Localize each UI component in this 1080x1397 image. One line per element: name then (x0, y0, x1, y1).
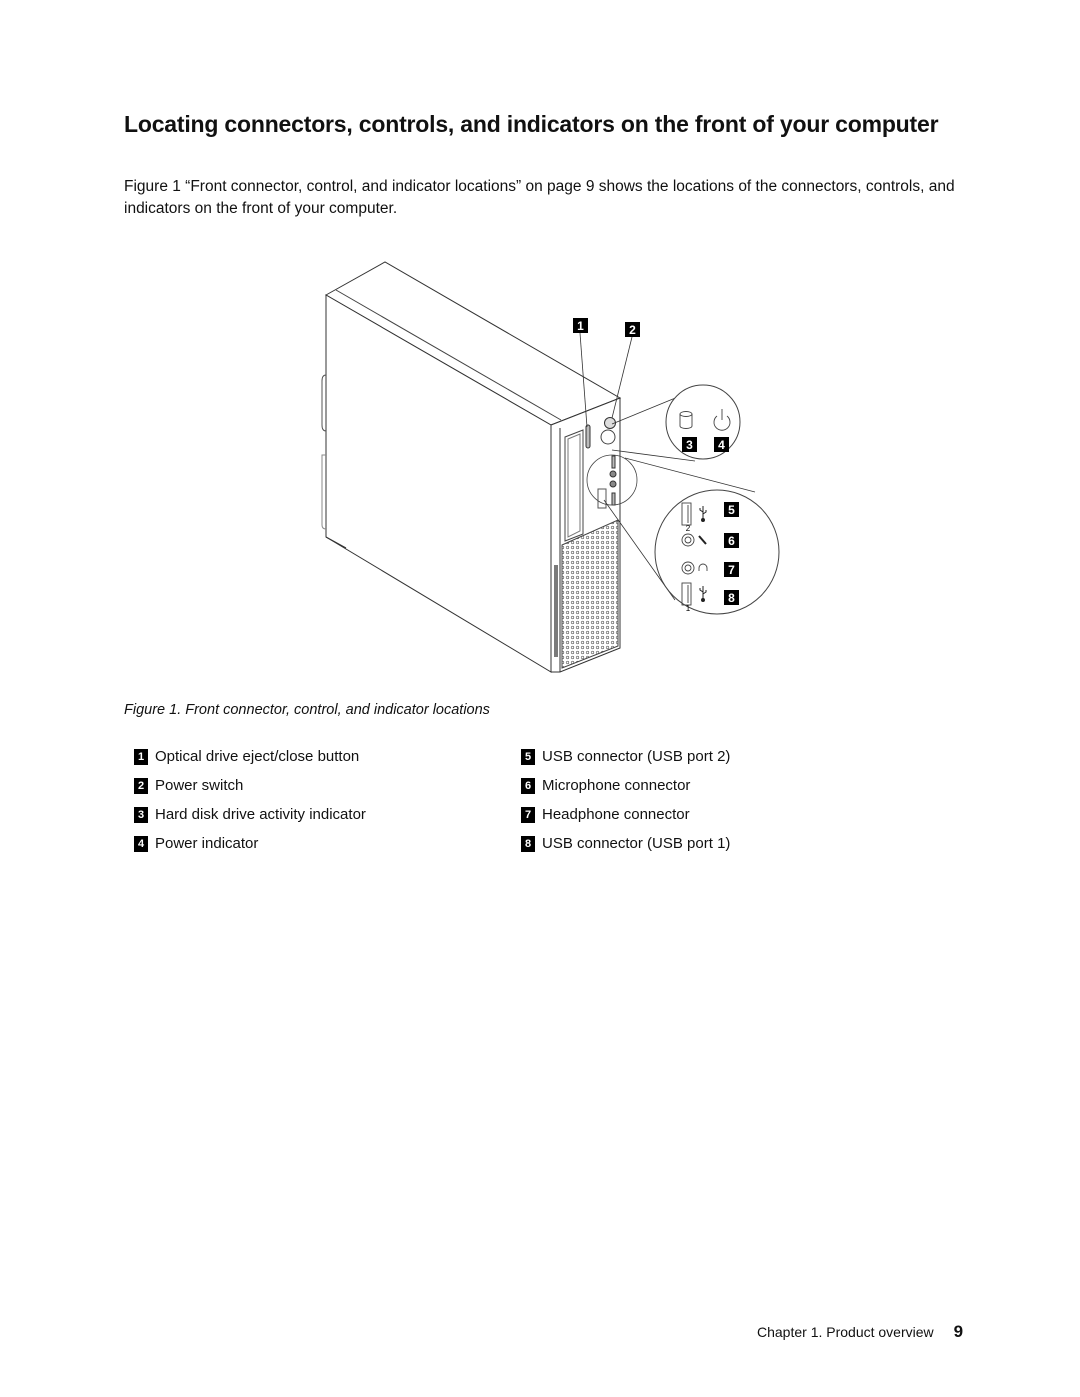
legend-item: 1 Optical drive eject/close button (134, 742, 366, 771)
legend-left: 1 Optical drive eject/close button 2 Pow… (134, 742, 366, 858)
legend-item: 8 USB connector (USB port 1) (521, 829, 730, 858)
legend-badge: 5 (521, 748, 535, 765)
chapter-label: Chapter 1. Product overview (757, 1324, 934, 1340)
legend-label: USB connector (USB port 1) (542, 835, 731, 852)
svg-text:4: 4 (718, 438, 725, 452)
legend-item: 2 Power switch (134, 771, 366, 800)
legend-right: 5 USB connector (USB port 2) 6 Microphon… (521, 742, 730, 858)
svg-text:2: 2 (629, 323, 636, 337)
legend-label: Microphone connector (542, 777, 691, 794)
legend-badge: 1 (134, 748, 148, 765)
indicator-detail-circle: 3 4 (665, 384, 741, 460)
legend-item: 7 Headphone connector (521, 800, 730, 829)
legend-item: 6 Microphone connector (521, 771, 730, 800)
legend-badge: 7 (521, 806, 535, 823)
svg-text:6: 6 (728, 534, 735, 548)
vent-grille (561, 519, 619, 669)
computer-front-figure: 3 4 2 1 5 6 7 8 1 2 (321, 261, 780, 673)
legend-label: Power indicator (155, 835, 259, 852)
legend-label: Headphone connector (542, 806, 690, 823)
page-footer: Chapter 1. Product overview 9 (757, 1322, 963, 1342)
legend-badge: 6 (521, 777, 535, 794)
svg-text:1: 1 (577, 319, 584, 333)
figure-caption: Figure 1. Front connector, control, and … (124, 702, 490, 718)
legend-label: Optical drive eject/close button (155, 748, 360, 765)
svg-text:1: 1 (686, 604, 691, 613)
svg-text:2: 2 (686, 524, 691, 533)
legend-item: 4 Power indicator (134, 829, 366, 858)
svg-text:8: 8 (728, 591, 735, 605)
connector-detail-circle: 2 1 5 6 7 8 (654, 489, 780, 615)
legend-label: Hard disk drive activity indicator (155, 806, 366, 823)
svg-text:3: 3 (686, 438, 693, 452)
legend-badge: 8 (521, 835, 535, 852)
legend-badge: 2 (134, 777, 148, 794)
svg-text:7: 7 (728, 563, 735, 577)
page-number: 9 (953, 1322, 964, 1341)
legend-label: USB connector (USB port 2) (542, 748, 731, 765)
legend-badge: 3 (134, 806, 148, 823)
legend-badge: 4 (134, 835, 148, 852)
eject-button (585, 424, 591, 449)
legend-item: 5 USB connector (USB port 2) (521, 742, 730, 771)
svg-text:5: 5 (728, 503, 735, 517)
legend-label: Power switch (155, 777, 244, 794)
legend-item: 3 Hard disk drive activity indicator (134, 800, 366, 829)
